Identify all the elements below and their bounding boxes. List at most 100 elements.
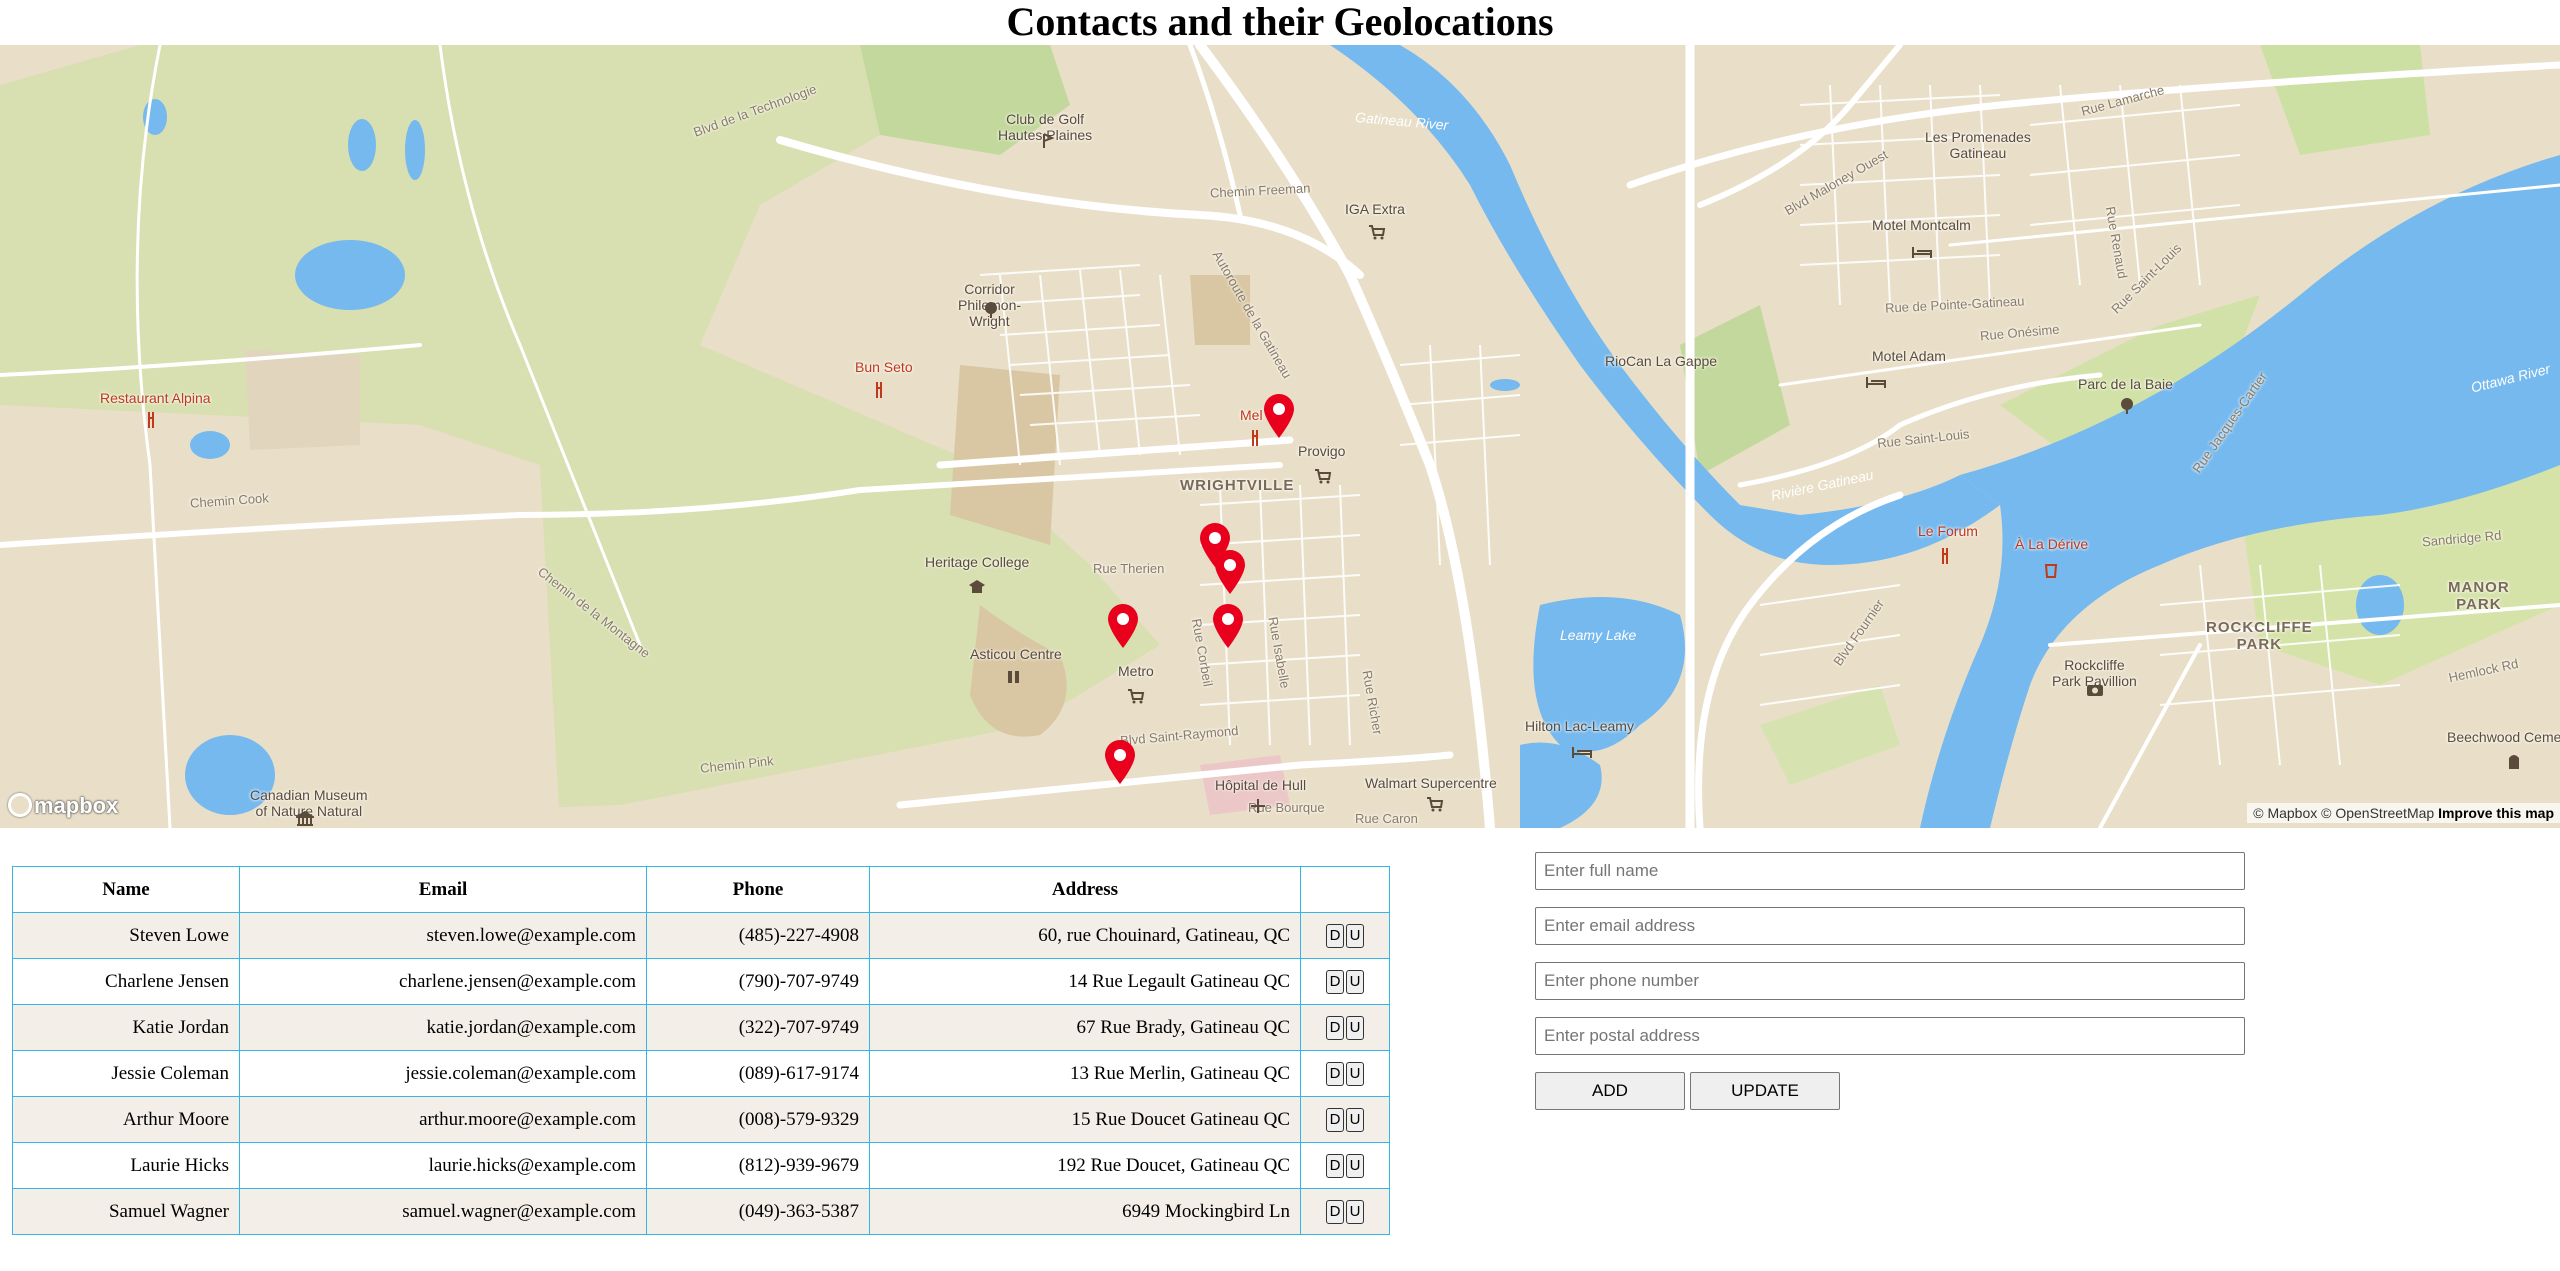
header-name: Name: [12, 866, 240, 913]
hotel-icon: [1912, 247, 1932, 258]
tree-icon: [985, 302, 997, 318]
delete-button[interactable]: D: [1326, 969, 1344, 994]
label-hilton: Hilton Lac-Leamy: [1525, 718, 1634, 734]
update-row-button[interactable]: U: [1346, 923, 1364, 948]
cell-actions: DU: [1300, 958, 1390, 1005]
map-pin-icon[interactable]: [1211, 603, 1245, 649]
cell-email: katie.jordan@example.com: [239, 1004, 647, 1051]
table-row: Arthur Moore arthur.moore@example.com (0…: [12, 1096, 1390, 1143]
school-icon: [969, 580, 985, 593]
cell-name: Steven Lowe: [12, 912, 240, 959]
header-actions: [1300, 866, 1390, 913]
cell-name: Samuel Wagner: [12, 1188, 240, 1235]
update-button[interactable]: UPDATE: [1690, 1072, 1840, 1110]
label-metro: Metro: [1118, 663, 1154, 679]
bar-icon: [2044, 564, 2058, 578]
cell-name: Charlene Jensen: [12, 958, 240, 1005]
update-row-button[interactable]: U: [1346, 1107, 1364, 1132]
address-input[interactable]: [1535, 1017, 2245, 1055]
map-pin-icon[interactable]: [1106, 603, 1140, 649]
phone-input[interactable]: [1535, 962, 2245, 1000]
label-beechwood: Beechwood Cemet: [2447, 729, 2560, 745]
delete-button[interactable]: D: [1326, 923, 1344, 948]
label-iga: IGA Extra: [1345, 201, 1405, 217]
delete-button[interactable]: D: [1326, 1199, 1344, 1224]
improve-map-link[interactable]: Improve this map: [2438, 805, 2554, 821]
add-button[interactable]: ADD: [1535, 1072, 1685, 1110]
label-heritage: Heritage College: [925, 554, 1030, 570]
cell-phone: (089)-617-9174: [646, 1050, 870, 1097]
cell-name: Jessie Coleman: [12, 1050, 240, 1097]
contact-form: ADD UPDATE: [1535, 852, 2245, 1110]
update-row-button[interactable]: U: [1346, 1199, 1364, 1224]
label-motel-montcalm: Motel Montcalm: [1872, 217, 1971, 233]
map-pin-icon[interactable]: [1213, 549, 1247, 595]
cell-address: 67 Rue Brady, Gatineau QC: [869, 1004, 1301, 1051]
cell-actions: DU: [1300, 1142, 1390, 1189]
label-rue-caron: Rue Caron: [1355, 811, 1418, 826]
table-row: Jessie Coleman jessie.coleman@example.co…: [12, 1050, 1390, 1097]
cell-actions: DU: [1300, 1096, 1390, 1143]
cell-address: 60, rue Chouinard, Gatineau, QC: [869, 912, 1301, 959]
delete-button[interactable]: D: [1326, 1107, 1344, 1132]
shopping-cart-icon: [1128, 689, 1145, 704]
update-row-button[interactable]: U: [1346, 1015, 1364, 1040]
label-rockcliffe-park: ROCKCLIFFE PARK: [2206, 619, 2313, 653]
attribution-text[interactable]: © Mapbox © OpenStreetMap: [2253, 805, 2434, 821]
cell-email: samuel.wagner@example.com: [239, 1188, 647, 1235]
label-restaurant-alpina: Restaurant Alpina: [100, 390, 211, 406]
restaurant-icon: [876, 382, 882, 398]
full-name-input[interactable]: [1535, 852, 2245, 890]
map[interactable]: Club de Golf Hautes Plaines IGA Extra Co…: [0, 45, 2560, 828]
cell-address: 14 Rue Legault Gatineau QC: [869, 958, 1301, 1005]
hospital-icon: [1251, 799, 1265, 813]
label-bun-seto: Bun Seto: [855, 359, 913, 375]
golf-icon: [1043, 133, 1054, 148]
cell-email: laurie.hicks@example.com: [239, 1142, 647, 1189]
table-row: Katie Jordan katie.jordan@example.com (3…: [12, 1004, 1390, 1051]
update-row-button[interactable]: U: [1346, 1153, 1364, 1178]
update-row-button[interactable]: U: [1346, 969, 1364, 994]
label-wrightville: WRIGHTVILLE: [1180, 477, 1295, 494]
cell-email: arthur.moore@example.com: [239, 1096, 647, 1143]
cell-actions: DU: [1300, 1050, 1390, 1097]
cell-address: 15 Rue Doucet Gatineau QC: [869, 1096, 1301, 1143]
cell-phone: (485)-227-4908: [646, 912, 870, 959]
contacts-table: Name Email Phone Address Steven Lowe ste…: [12, 866, 1390, 1235]
delete-button[interactable]: D: [1326, 1015, 1344, 1040]
cemetery-icon: [2509, 755, 2519, 769]
email-input[interactable]: [1535, 907, 2245, 945]
cell-address: 13 Rue Merlin, Gatineau QC: [869, 1050, 1301, 1097]
shopping-cart-icon: [1427, 797, 1444, 812]
header-phone: Phone: [646, 866, 870, 913]
page-title: Contacts and their Geolocations: [1006, 0, 1554, 44]
update-row-button[interactable]: U: [1346, 1061, 1364, 1086]
delete-button[interactable]: D: [1326, 1061, 1344, 1086]
mapbox-logo[interactable]: mapbox: [8, 793, 118, 819]
cell-email: jessie.coleman@example.com: [239, 1050, 647, 1097]
table-header-row: Name Email Phone Address: [12, 866, 1390, 913]
hotel-icon: [1866, 377, 1886, 388]
label-manor-park: MANOR PARK: [2448, 579, 2510, 613]
label-riocan: RioCan La Gappe: [1605, 353, 1718, 369]
restaurant-icon: [148, 412, 154, 428]
delete-button[interactable]: D: [1326, 1153, 1344, 1178]
label-parc-baie: Parc de la Baie: [2078, 376, 2173, 392]
label-promenades: Les Promenades Gatineau: [1925, 129, 2031, 161]
header-address: Address: [869, 866, 1301, 913]
label-walmart: Walmart Supercentre: [1365, 775, 1497, 791]
label-a-la-derive: À La Dérive: [2015, 536, 2089, 552]
mapbox-logo-text: mapbox: [34, 793, 119, 818]
cell-email: steven.lowe@example.com: [239, 912, 647, 959]
cell-address: 192 Rue Doucet, Gatineau QC: [869, 1142, 1301, 1189]
label-melo: Mel: [1240, 407, 1263, 423]
hotel-icon: [1572, 747, 1592, 758]
table-row: Steven Lowe steven.lowe@example.com (485…: [12, 912, 1390, 959]
map-pin-icon[interactable]: [1262, 393, 1296, 439]
header-email: Email: [239, 866, 647, 913]
cell-name: Arthur Moore: [12, 1096, 240, 1143]
label-leamy-lake: Leamy Lake: [1560, 627, 1637, 643]
cell-phone: (790)-707-9749: [646, 958, 870, 1005]
shopping-cart-icon: [1369, 225, 1386, 240]
map-pin-icon[interactable]: [1103, 739, 1137, 785]
